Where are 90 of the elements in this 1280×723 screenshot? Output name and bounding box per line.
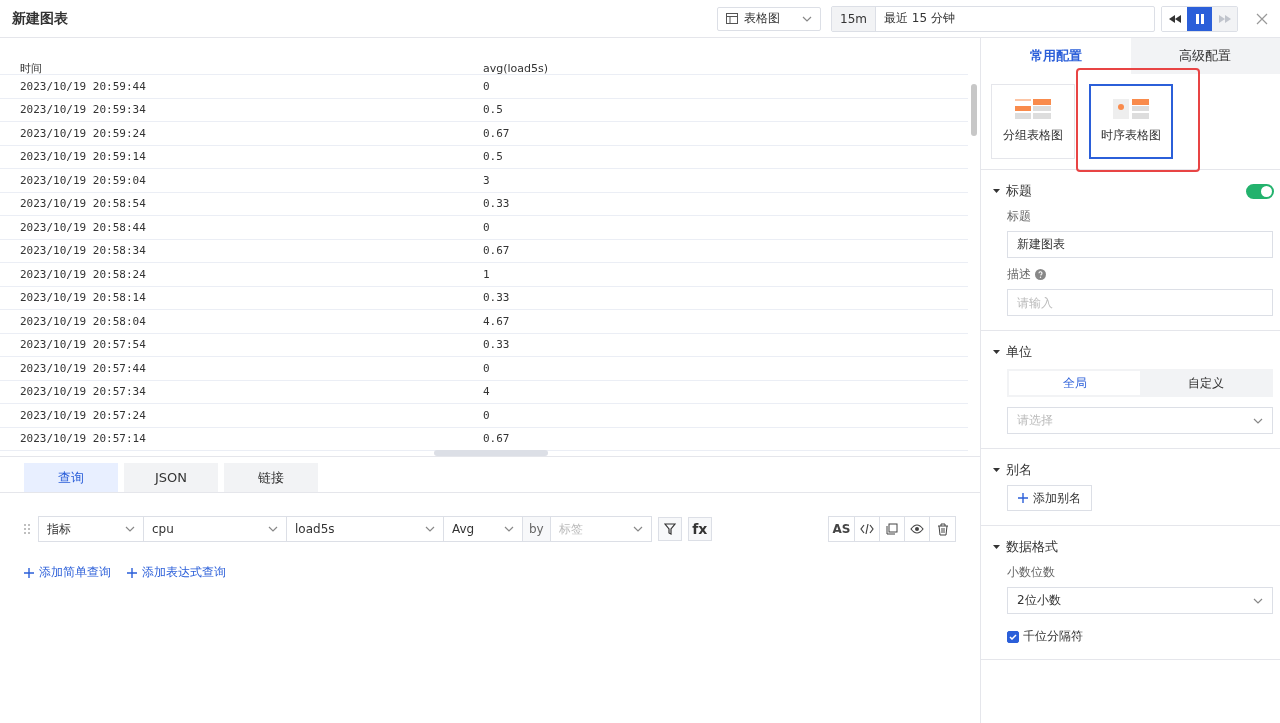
table-cell: 4 [483, 385, 490, 399]
query-tab[interactable]: JSON [124, 463, 218, 492]
table-cell-text: 2023/10/19 20:58:54 [20, 197, 147, 211]
table-cell: 0.67 [483, 244, 510, 258]
text-input[interactable]: 请输入 [1007, 289, 1273, 316]
table-cell: 0 [483, 79, 490, 93]
text-input[interactable]: 新建图表 [1007, 231, 1273, 258]
chevron-down-icon [1253, 417, 1263, 424]
caret-down-icon[interactable] [993, 468, 1000, 472]
section-title: 数据格式 [1006, 538, 1058, 556]
segment-option[interactable]: 全局 [1009, 371, 1140, 395]
table-cell-text: 2023/10/19 20:57:24 [20, 408, 147, 422]
table-cell: 3 [483, 173, 490, 187]
table-cell-text: 2023/10/19 20:58:44 [20, 220, 147, 234]
table-cell-text: 2023/10/19 20:58:14 [20, 291, 147, 305]
table-cell: 0.33 [483, 197, 510, 211]
field-label: 描述 [1007, 266, 1031, 283]
filter-icon [663, 523, 676, 535]
table-cell: 0.5 [483, 103, 503, 117]
select-field[interactable]: 2位小数 [1007, 587, 1273, 614]
field-label: 小数位数 [1007, 564, 1055, 581]
checkbox[interactable] [1007, 630, 1019, 643]
pause-icon [1195, 13, 1204, 24]
add-query-link[interactable]: 添加表达式查询 [127, 564, 226, 581]
table-cell-text: 2023/10/19 20:57:54 [20, 338, 147, 352]
table-cell-text: 2023/10/19 20:59:04 [20, 173, 147, 187]
checkbox-label[interactable]: 千位分隔符 [1023, 628, 1083, 645]
table-cell-text: 2023/10/19 20:58:24 [20, 267, 147, 281]
table-cell: 4.67 [483, 314, 510, 328]
column-header: 时间 [20, 60, 43, 76]
rewind-icon [1168, 14, 1181, 23]
chart-type-select[interactable]: 表格图 [717, 6, 821, 31]
add-query-link[interactable]: 添加简单查询 [24, 564, 111, 581]
section-title: 别名 [1006, 461, 1032, 479]
table-cell: 1 [483, 267, 490, 281]
caret-down-icon[interactable] [993, 350, 1000, 354]
table-cell: 0.33 [483, 291, 510, 305]
caret-down-icon[interactable] [993, 189, 1000, 193]
resize-handle[interactable] [434, 450, 548, 456]
scrollbar-thumb[interactable] [971, 84, 977, 136]
chevron-down-icon [802, 15, 812, 22]
section-title: 标题 [1006, 182, 1032, 200]
table-cell: 0.5 [483, 150, 503, 164]
filter-button[interactable] [657, 517, 682, 541]
code-icon [860, 523, 874, 535]
copy-icon [886, 523, 898, 535]
config-tab[interactable]: 高级配置 [1130, 38, 1280, 74]
chevron-down-icon [1253, 597, 1263, 604]
table-cell: 0.33 [483, 338, 510, 352]
field-label: 标题 [1007, 208, 1031, 225]
table-icon [726, 13, 738, 24]
close-icon [1256, 12, 1268, 25]
table-cell: 0 [483, 361, 490, 375]
fast-forward-icon [1218, 14, 1231, 23]
table-cell-text: 2023/10/19 20:58:04 [20, 314, 147, 328]
table-cell: 0 [483, 220, 490, 234]
window-title: 新建图表 [12, 9, 69, 28]
close-button[interactable] [1256, 12, 1268, 25]
table-cell-text: 2023/10/19 20:57:34 [20, 385, 147, 399]
alias-button[interactable]: AS [829, 517, 855, 541]
query-tab[interactable]: 查询 [24, 463, 118, 492]
function-button[interactable]: fx [687, 517, 712, 541]
table-cell-text: 2023/10/19 20:59:44 [20, 79, 147, 93]
table-cell-text: 2023/10/19 20:58:34 [20, 244, 147, 258]
table-cell: 0.67 [483, 126, 510, 140]
table-cell-text: 2023/10/19 20:57:44 [20, 361, 147, 375]
table-cell: 0.67 [483, 432, 510, 446]
query-tab[interactable]: 链接 [224, 463, 318, 492]
table-cell: 0 [483, 408, 490, 422]
plus-icon [24, 567, 34, 578]
column-header: avg(load5s) [483, 61, 549, 75]
add-alias-button[interactable]: 添加别名 [1007, 485, 1092, 511]
trash-icon [936, 522, 949, 536]
drag-handle-icon[interactable] [24, 524, 30, 534]
pause-button[interactable] [1187, 6, 1212, 31]
segment-option[interactable]: 自定义 [1140, 371, 1271, 395]
plus-icon [127, 567, 137, 578]
section-title: 单位 [1006, 343, 1032, 361]
eye-icon [910, 524, 924, 534]
plus-icon [1018, 493, 1028, 503]
table-cell-text: 2023/10/19 20:59:24 [20, 126, 147, 140]
chart-type-card[interactable]: 分组表格图 [991, 84, 1075, 159]
table-cell-text: 2023/10/19 20:57:14 [20, 432, 147, 446]
table-chart-icon [1015, 99, 1051, 119]
chart-type-card[interactable]: 时序表格图 [1089, 84, 1173, 159]
table-cell-text: 2023/10/19 20:59:14 [20, 150, 147, 164]
toggle-switch[interactable] [1246, 183, 1274, 199]
caret-down-icon[interactable] [993, 545, 1000, 549]
table-chart-icon [1113, 99, 1149, 119]
table-cell-text: 2023/10/19 20:59:34 [20, 103, 147, 117]
